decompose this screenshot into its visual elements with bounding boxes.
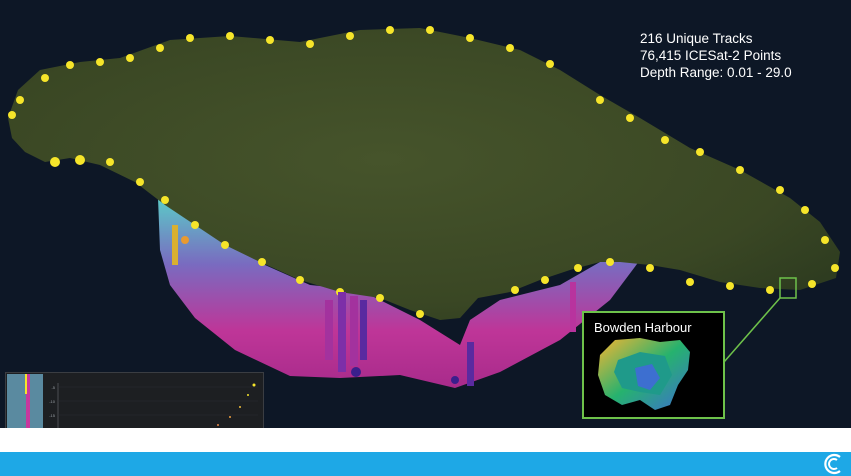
footer-spacer — [0, 428, 851, 452]
map-stats: 216 Unique Tracks 76,415 ICESat-2 Points… — [640, 30, 792, 81]
icesat-points-count: 76,415 ICESat-2 Points — [640, 48, 782, 63]
inset-title: Bowden Harbour — [594, 320, 692, 335]
depth-range: Depth Range: 0.01 - 29.0 — [640, 65, 792, 80]
unique-tracks-count: 216 Unique Tracks — [640, 31, 753, 46]
wave-logo-icon — [824, 453, 841, 475]
y-tick-label: -5 — [51, 385, 55, 390]
map-view: 216 Unique Tracks 76,415 ICESat-2 Points… — [0, 0, 851, 476]
footer-bar — [0, 452, 851, 476]
y-tick-label: -15 — [49, 413, 56, 418]
y-tick-label: -10 — [49, 399, 56, 404]
